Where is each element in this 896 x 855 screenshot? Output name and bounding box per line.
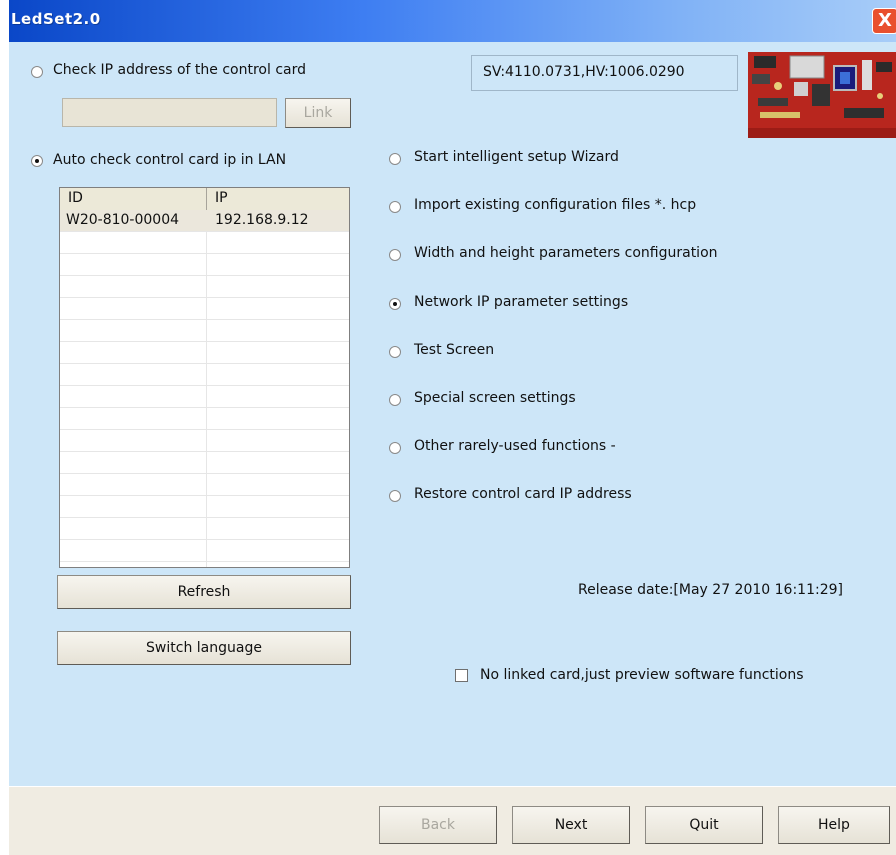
table-row bbox=[60, 320, 349, 342]
next-button[interactable]: Next bbox=[512, 806, 630, 844]
preview-checkbox[interactable] bbox=[455, 669, 468, 682]
option-label-restore-ip: Restore control card IP address bbox=[414, 486, 632, 502]
preview-checkbox-label: No linked card,just preview software fun… bbox=[480, 667, 804, 683]
link-button[interactable]: Link bbox=[285, 98, 351, 128]
auto-check-label: Auto check control card ip in LAN bbox=[53, 152, 287, 168]
option-label-network-ip: Network IP parameter settings bbox=[414, 294, 629, 310]
back-button[interactable]: Back bbox=[379, 806, 497, 844]
option-label-other-functions: Other rarely-used functions - bbox=[414, 438, 616, 454]
table-row bbox=[60, 452, 349, 474]
auto-check-radio[interactable] bbox=[31, 155, 43, 167]
table-row bbox=[60, 540, 349, 562]
app-window: LedSet2.0 X Check IP address of the cont… bbox=[9, 0, 896, 855]
control-card-photo-icon bbox=[748, 52, 896, 138]
check-ip-label: Check IP address of the control card bbox=[53, 62, 307, 78]
table-row bbox=[60, 276, 349, 298]
window-title: LedSet2.0 bbox=[11, 10, 101, 28]
close-button[interactable]: X bbox=[872, 8, 896, 34]
option-label-test-screen: Test Screen bbox=[414, 342, 495, 358]
option-radio-special-screen[interactable] bbox=[389, 394, 401, 406]
option-radio-other-functions[interactable] bbox=[389, 442, 401, 454]
ip-address-input[interactable] bbox=[62, 98, 277, 127]
footer-bar: Back Next Quit Help bbox=[9, 786, 896, 855]
version-display: SV:4110.0731,HV:1006.0290 bbox=[471, 55, 738, 91]
version-text: SV:4110.0731,HV:1006.0290 bbox=[483, 64, 685, 80]
table-row bbox=[60, 430, 349, 452]
list-header: ID IP bbox=[60, 188, 349, 211]
table-row bbox=[60, 496, 349, 518]
refresh-button[interactable]: Refresh bbox=[57, 575, 351, 609]
table-row bbox=[60, 342, 349, 364]
table-row bbox=[60, 386, 349, 408]
control-card-image bbox=[748, 52, 896, 138]
main-panel: Check IP address of the control card Lin… bbox=[9, 42, 896, 786]
table-row bbox=[60, 408, 349, 430]
column-header-id[interactable]: ID bbox=[68, 190, 83, 206]
check-ip-radio[interactable] bbox=[31, 66, 43, 78]
help-button[interactable]: Help bbox=[778, 806, 890, 844]
column-divider[interactable] bbox=[206, 188, 207, 210]
table-row bbox=[60, 254, 349, 276]
row-ip: 192.168.9.12 bbox=[215, 212, 309, 228]
option-label-width-height: Width and height parameters configuratio… bbox=[414, 245, 718, 261]
table-row[interactable]: W20-810-00004 192.168.9.12 bbox=[60, 210, 349, 232]
option-label-import-config: Import existing configuration files *. h… bbox=[414, 197, 697, 213]
table-row bbox=[60, 364, 349, 386]
option-radio-network-ip[interactable] bbox=[389, 298, 401, 310]
title-bar: LedSet2.0 X bbox=[9, 0, 896, 42]
option-radio-width-height[interactable] bbox=[389, 249, 401, 261]
table-row bbox=[60, 518, 349, 540]
option-label-special-screen: Special screen settings bbox=[414, 390, 576, 406]
option-radio-setup-wizard[interactable] bbox=[389, 153, 401, 165]
quit-button[interactable]: Quit bbox=[645, 806, 763, 844]
option-radio-test-screen[interactable] bbox=[389, 346, 401, 358]
option-label-setup-wizard: Start intelligent setup Wizard bbox=[414, 149, 619, 165]
table-row bbox=[60, 474, 349, 496]
table-row bbox=[60, 232, 349, 254]
table-row bbox=[60, 298, 349, 320]
option-radio-restore-ip[interactable] bbox=[389, 490, 401, 502]
switch-language-button[interactable]: Switch language bbox=[57, 631, 351, 665]
option-radio-import-config[interactable] bbox=[389, 201, 401, 213]
column-header-ip[interactable]: IP bbox=[215, 190, 228, 206]
release-date: Release date:[May 27 2010 16:11:29] bbox=[578, 582, 843, 598]
card-list[interactable]: ID IP W20-810-00004 192.168.9.12 bbox=[59, 187, 350, 568]
row-id: W20-810-00004 bbox=[66, 212, 180, 228]
